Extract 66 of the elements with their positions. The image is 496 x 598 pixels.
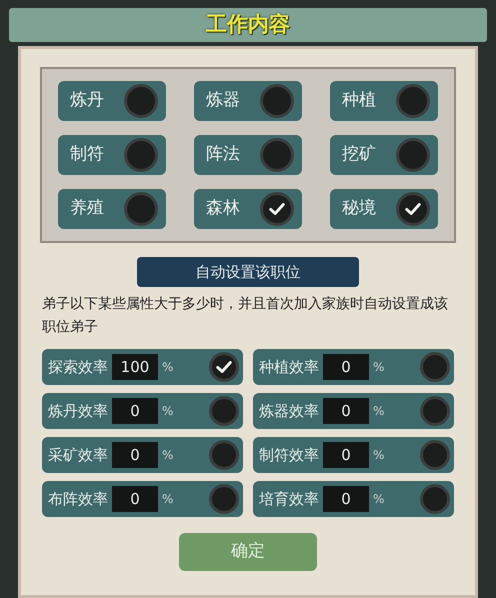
checkbox[interactable] — [209, 484, 239, 514]
value-field[interactable]: 0 — [112, 398, 158, 424]
checkbox[interactable] — [420, 484, 450, 514]
job-toggle[interactable]: 挖矿 — [330, 135, 438, 175]
percent-sign: % — [373, 359, 384, 376]
value-field[interactable]: 0 — [323, 354, 369, 380]
value-field[interactable]: 0 — [112, 442, 158, 468]
checkbox[interactable] — [260, 84, 294, 118]
checkbox[interactable] — [209, 352, 239, 382]
job-label: 秘境 — [342, 197, 376, 220]
value-field[interactable]: 0 — [112, 486, 158, 512]
percent-sign: % — [162, 491, 174, 508]
percent-sign: % — [162, 403, 174, 420]
check-icon — [268, 200, 286, 218]
checkbox[interactable] — [396, 84, 430, 118]
value-field[interactable]: 0 — [323, 486, 369, 512]
attribute-label: 探索效率 — [48, 356, 108, 378]
checkbox[interactable] — [124, 192, 158, 226]
check-icon — [215, 358, 233, 376]
percent-sign: % — [162, 447, 174, 464]
section-title: 自动设置该职位 — [196, 262, 300, 283]
checkbox[interactable] — [124, 84, 158, 118]
job-label: 制符 — [70, 143, 104, 166]
job-label: 种植 — [342, 89, 376, 112]
attribute-label: 布阵效率 — [48, 488, 108, 510]
checkbox[interactable] — [124, 138, 158, 172]
checkbox[interactable] — [396, 138, 430, 172]
percent-sign: % — [373, 491, 384, 508]
attribute-label: 炼丹效率 — [48, 400, 108, 422]
value-field[interactable]: 100 — [112, 354, 158, 380]
job-label: 森林 — [206, 197, 240, 220]
job-label: 挖矿 — [342, 143, 376, 166]
attribute-label: 炼器效率 — [259, 400, 319, 422]
job-toggle[interactable]: 秘境 — [330, 189, 438, 229]
checkbox[interactable] — [420, 352, 450, 382]
job-label: 炼丹 — [70, 89, 104, 112]
checkbox[interactable] — [420, 396, 450, 426]
job-label: 阵法 — [206, 143, 240, 166]
job-toggle[interactable]: 阵法 — [194, 135, 302, 175]
job-toggle[interactable]: 种植 — [330, 81, 438, 121]
checkbox[interactable] — [396, 192, 430, 226]
percent-sign: % — [373, 447, 384, 464]
job-toggle[interactable]: 制符 — [58, 135, 166, 175]
checkbox[interactable] — [209, 440, 239, 470]
checkbox[interactable] — [420, 440, 450, 470]
window-title: 工作内容 — [206, 11, 290, 38]
check-icon — [404, 200, 422, 218]
percent-sign: % — [373, 403, 384, 420]
value-field[interactable]: 0 — [323, 442, 369, 468]
checkbox[interactable] — [260, 192, 294, 226]
checkbox[interactable] — [260, 138, 294, 172]
attribute-label: 培育效率 — [259, 488, 319, 510]
job-label: 养殖 — [70, 197, 104, 220]
attribute-label: 采矿效率 — [48, 444, 108, 466]
confirm-button[interactable]: 确定 — [179, 533, 317, 571]
job-toggle[interactable]: 森林 — [194, 189, 302, 229]
attribute-label: 种植效率 — [259, 356, 319, 378]
percent-sign: % — [162, 359, 174, 376]
job-label: 炼器 — [206, 89, 240, 112]
attribute-label: 制符效率 — [259, 444, 319, 466]
job-toggle[interactable]: 养殖 — [58, 189, 166, 229]
description-text: 弟子以下某些属性大于多少时，并且首次加入家族时自动设置成该职位弟子 — [42, 295, 449, 337]
job-toggle[interactable]: 炼丹 — [58, 81, 166, 121]
checkbox[interactable] — [209, 396, 239, 426]
value-field[interactable]: 0 — [323, 398, 369, 424]
job-toggle[interactable]: 炼器 — [194, 81, 302, 121]
